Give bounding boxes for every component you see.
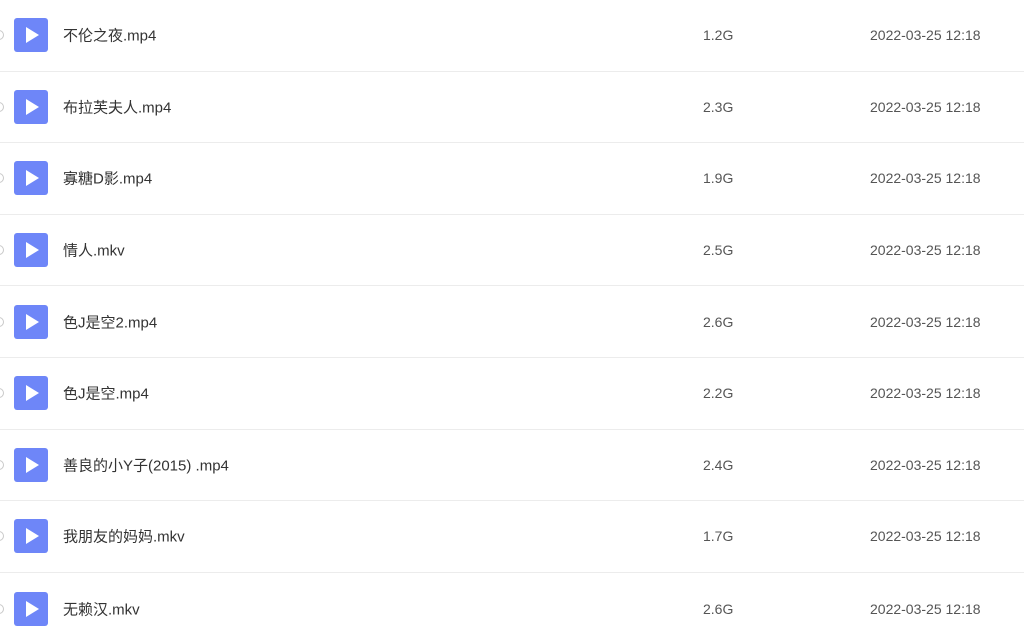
file-date: 2022-03-25 12:18 (870, 98, 981, 115)
file-name[interactable]: 色J是空.mp4 (63, 383, 149, 404)
file-name[interactable]: 寡糖D影.mp4 (63, 168, 152, 189)
play-icon[interactable] (14, 304, 48, 339)
play-icon[interactable] (14, 447, 48, 482)
file-size: 2.3G (703, 98, 734, 115)
file-date: 2022-03-25 12:18 (870, 242, 981, 259)
file-size: 1.2G (703, 27, 734, 44)
file-date: 2022-03-25 12:18 (870, 600, 981, 617)
file-size: 1.7G (703, 528, 734, 545)
file-row[interactable]: 我朋友的妈妈.mkv 1.7G 2022-03-25 12:18 (0, 501, 1024, 573)
file-name[interactable]: 无赖汉.mkv (63, 598, 140, 619)
play-icon[interactable] (14, 591, 48, 626)
play-icon[interactable] (14, 233, 48, 268)
file-date: 2022-03-25 12:18 (870, 528, 981, 545)
file-date: 2022-03-25 12:18 (870, 27, 981, 44)
file-name[interactable]: 善良的小Y子(2015) .mp4 (63, 454, 229, 475)
file-list: 不伦之夜.mp4 1.2G 2022-03-25 12:18 布拉芙夫人.mp4… (0, 0, 1024, 636)
row-select-radio[interactable] (0, 531, 4, 542)
file-name[interactable]: 情人.mkv (63, 240, 125, 261)
file-row[interactable]: 不伦之夜.mp4 1.2G 2022-03-25 12:18 (0, 0, 1024, 72)
file-name[interactable]: 不伦之夜.mp4 (63, 25, 156, 46)
row-select-radio[interactable] (0, 388, 4, 399)
file-date: 2022-03-25 12:18 (870, 313, 981, 330)
file-size: 2.6G (703, 600, 734, 617)
row-select-radio[interactable] (0, 101, 4, 112)
row-select-radio[interactable] (0, 316, 4, 327)
file-size: 2.6G (703, 313, 734, 330)
file-date: 2022-03-25 12:18 (870, 170, 981, 187)
file-size: 2.5G (703, 242, 734, 259)
row-select-radio[interactable] (0, 173, 4, 184)
play-icon[interactable] (14, 161, 48, 196)
file-row[interactable]: 色J是空.mp4 2.2G 2022-03-25 12:18 (0, 358, 1024, 430)
file-size: 1.9G (703, 170, 734, 187)
file-row[interactable]: 情人.mkv 2.5G 2022-03-25 12:18 (0, 215, 1024, 287)
play-icon[interactable] (14, 519, 48, 554)
file-row[interactable]: 无赖汉.mkv 2.6G 2022-03-25 12:18 (0, 573, 1024, 636)
play-icon[interactable] (14, 376, 48, 411)
file-row[interactable]: 寡糖D影.mp4 1.9G 2022-03-25 12:18 (0, 143, 1024, 215)
row-select-radio[interactable] (0, 245, 4, 256)
file-size: 2.4G (703, 456, 734, 473)
play-icon[interactable] (14, 89, 48, 124)
file-row[interactable]: 善良的小Y子(2015) .mp4 2.4G 2022-03-25 12:18 (0, 430, 1024, 502)
file-size: 2.2G (703, 385, 734, 402)
file-name[interactable]: 布拉芙夫人.mp4 (63, 96, 171, 117)
file-name[interactable]: 色J是空2.mp4 (63, 311, 157, 332)
file-date: 2022-03-25 12:18 (870, 456, 981, 473)
row-select-radio[interactable] (0, 459, 4, 470)
play-icon[interactable] (14, 18, 48, 53)
file-date: 2022-03-25 12:18 (870, 385, 981, 402)
file-row[interactable]: 布拉芙夫人.mp4 2.3G 2022-03-25 12:18 (0, 72, 1024, 144)
file-row[interactable]: 色J是空2.mp4 2.6G 2022-03-25 12:18 (0, 286, 1024, 358)
file-name[interactable]: 我朋友的妈妈.mkv (63, 526, 185, 547)
row-select-radio[interactable] (0, 30, 4, 41)
row-select-radio[interactable] (0, 603, 4, 614)
